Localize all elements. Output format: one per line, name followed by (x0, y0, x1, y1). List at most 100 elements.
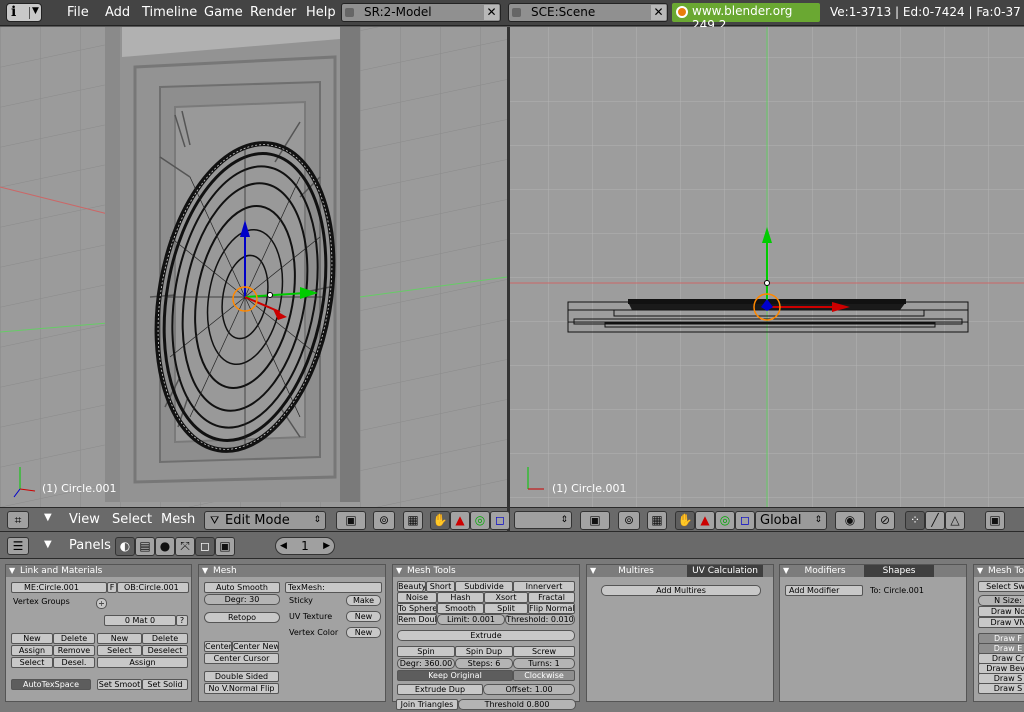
vertex-group-menu[interactable]: ÷ (96, 598, 107, 609)
rotate-button[interactable]: ◎ (470, 511, 490, 530)
vertex-color-new-button[interactable]: New (346, 627, 381, 638)
center-new-button[interactable]: Center New (232, 641, 279, 652)
tab-shapes[interactable]: Shapes (864, 565, 934, 577)
menu-timeline[interactable]: Timeline (142, 5, 197, 20)
auto-smooth-toggle[interactable]: Auto Smooth (204, 582, 280, 593)
screw-turns-field[interactable]: Turns: 1 (513, 658, 575, 669)
editor-type-button[interactable]: ⌗ (7, 511, 29, 529)
edge-select-mode[interactable]: ╱ (925, 511, 945, 530)
noise-button[interactable]: Noise (397, 592, 437, 603)
menu-game[interactable]: Game (204, 5, 243, 20)
extrude-button[interactable]: Extrude (397, 630, 575, 641)
scene-context-button[interactable]: ▣ (215, 537, 235, 556)
translate-button[interactable]: ▲ (450, 511, 470, 530)
fractal-button[interactable]: Fractal (528, 592, 575, 603)
mode-selector-right[interactable]: ⇕ (514, 511, 572, 529)
sticky-make-button[interactable]: Make (346, 595, 381, 606)
menu-file[interactable]: File (67, 5, 89, 20)
screw-button[interactable]: Screw (513, 646, 575, 657)
fake-user-button[interactable]: F (107, 582, 117, 593)
face-select-mode[interactable]: △ (945, 511, 965, 530)
script-context-button[interactable]: ▤ (135, 537, 155, 556)
frame-field[interactable]: ◀ 1 ▶ (275, 537, 335, 555)
spin-button[interactable]: Spin (397, 646, 455, 657)
proportional-edit-button[interactable]: ◉ (835, 511, 865, 530)
select-swap-button[interactable]: Select Swa (978, 581, 1024, 592)
menu-select[interactable]: Select (112, 512, 152, 527)
scale-button[interactable]: ◻ (735, 511, 755, 530)
limit-field[interactable]: Limit: 0.001 (437, 614, 505, 625)
subdivide-button[interactable]: Subdivide (455, 581, 513, 592)
mesh-name-field[interactable]: ME:Circle.001 (11, 582, 107, 593)
flip-normal-button[interactable]: Flip Normal (528, 603, 575, 614)
tab-modifiers[interactable]: Modifiers (794, 565, 856, 577)
vgroup-assign-button[interactable]: Assign (11, 645, 53, 656)
manipulator-toggle[interactable]: ✋ (430, 511, 450, 530)
no-vnormal-flip-toggle[interactable]: No V.Normal Flip (204, 683, 279, 694)
texmesh-field[interactable]: TexMesh: (285, 582, 382, 593)
collapse-arrow-icon[interactable]: ▼ (44, 539, 52, 550)
render-preview-button[interactable]: ▣ (985, 511, 1005, 530)
threshold-field[interactable]: Threshold: 0.010 (505, 614, 575, 625)
retopo-toggle[interactable]: Retopo (204, 612, 280, 623)
panel-title[interactable]: ▼Mesh Too (974, 565, 1024, 577)
uv-texture-new-button[interactable]: New (346, 611, 381, 622)
website-link[interactable]: www.blender.org 249.2 (672, 3, 820, 32)
menu-render[interactable]: Render (250, 5, 296, 20)
hash-button[interactable]: Hash (437, 592, 484, 603)
vgroup-select-button[interactable]: Select (11, 657, 53, 668)
add-modifier-menu[interactable]: Add Modifier (785, 585, 863, 596)
manipulator-toggle[interactable]: ✋ (675, 511, 695, 530)
clockwise-toggle[interactable]: Clockwise (513, 670, 575, 681)
spin-dup-button[interactable]: Spin Dup (455, 646, 513, 657)
autotexspace-toggle[interactable]: AutoTexSpace (11, 679, 91, 690)
panel-title[interactable]: ▼ Mesh (199, 565, 385, 577)
layer-button[interactable]: ▦ (403, 511, 423, 530)
material-delete-button[interactable]: Delete (142, 633, 188, 644)
panel-title[interactable]: ▼ Mesh Tools (393, 565, 579, 577)
layer-button[interactable]: ▦ (647, 511, 667, 530)
vertex-select-mode[interactable]: ⁘ (905, 511, 925, 530)
shading-context-button[interactable]: ● (155, 537, 175, 556)
3d-viewport-front[interactable]: (1) Circle.001 (510, 27, 1024, 507)
close-icon[interactable]: ✕ (484, 5, 499, 20)
translate-button[interactable]: ▲ (695, 511, 715, 530)
snap-button[interactable]: ⊘ (875, 511, 895, 530)
object-context-button[interactable]: ⤧ (175, 537, 195, 556)
draw-type-button[interactable]: ▣ (580, 511, 610, 530)
pivot-button[interactable]: ⊚ (618, 511, 640, 530)
screen-selector[interactable]: SR:2-Model ✕ (341, 3, 501, 22)
panels-menu[interactable]: Panels (69, 538, 111, 553)
split-button[interactable]: Split (484, 603, 528, 614)
keep-original-toggle[interactable]: Keep Original (397, 670, 513, 681)
beauty-toggle[interactable]: Beauty (397, 581, 426, 592)
set-smooth-button[interactable]: Set Smoot (97, 679, 142, 690)
rotate-button[interactable]: ◎ (715, 511, 735, 530)
material-select-button[interactable]: Select (97, 645, 142, 656)
tab-multires[interactable]: Multires (601, 565, 671, 577)
3d-viewport-perspective[interactable]: (1) Circle.001 (0, 27, 507, 507)
double-sided-toggle[interactable]: Double Sided (204, 671, 279, 682)
mode-selector[interactable]: ⛛ Edit Mode ⇕ (204, 511, 326, 530)
offset-field[interactable]: Offset: 1.00 (483, 684, 575, 695)
window-type-button[interactable]: i ▼ (6, 3, 42, 22)
vgroup-desel-button[interactable]: Desel. (53, 657, 95, 668)
spin-steps-field[interactable]: Steps: 6 (455, 658, 513, 669)
innervert-button[interactable]: Innervert (513, 581, 575, 592)
draw-normals-toggle[interactable]: Draw No (978, 606, 1024, 617)
orientation-selector[interactable]: Global ⇕ (755, 511, 827, 530)
scale-button[interactable]: ◻ (490, 511, 510, 530)
material-new-button[interactable]: New (97, 633, 142, 644)
auto-smooth-degr[interactable]: Degr: 30 (204, 594, 280, 605)
vgroup-delete-button[interactable]: Delete (53, 633, 95, 644)
area-divider[interactable] (507, 27, 510, 532)
material-deselect-button[interactable]: Deselect (142, 645, 188, 656)
menu-add[interactable]: Add (105, 5, 130, 20)
add-multires-button[interactable]: Add Multires (601, 585, 761, 596)
menu-mesh[interactable]: Mesh (161, 512, 195, 527)
spin-degr-field[interactable]: Degr: 360.00 (397, 658, 455, 669)
material-help-button[interactable]: ? (176, 615, 188, 626)
center-button[interactable]: Center (204, 641, 232, 652)
rem-doubles-button[interactable]: Rem Doubl (397, 614, 437, 625)
to-sphere-button[interactable]: To Sphere (397, 603, 437, 614)
